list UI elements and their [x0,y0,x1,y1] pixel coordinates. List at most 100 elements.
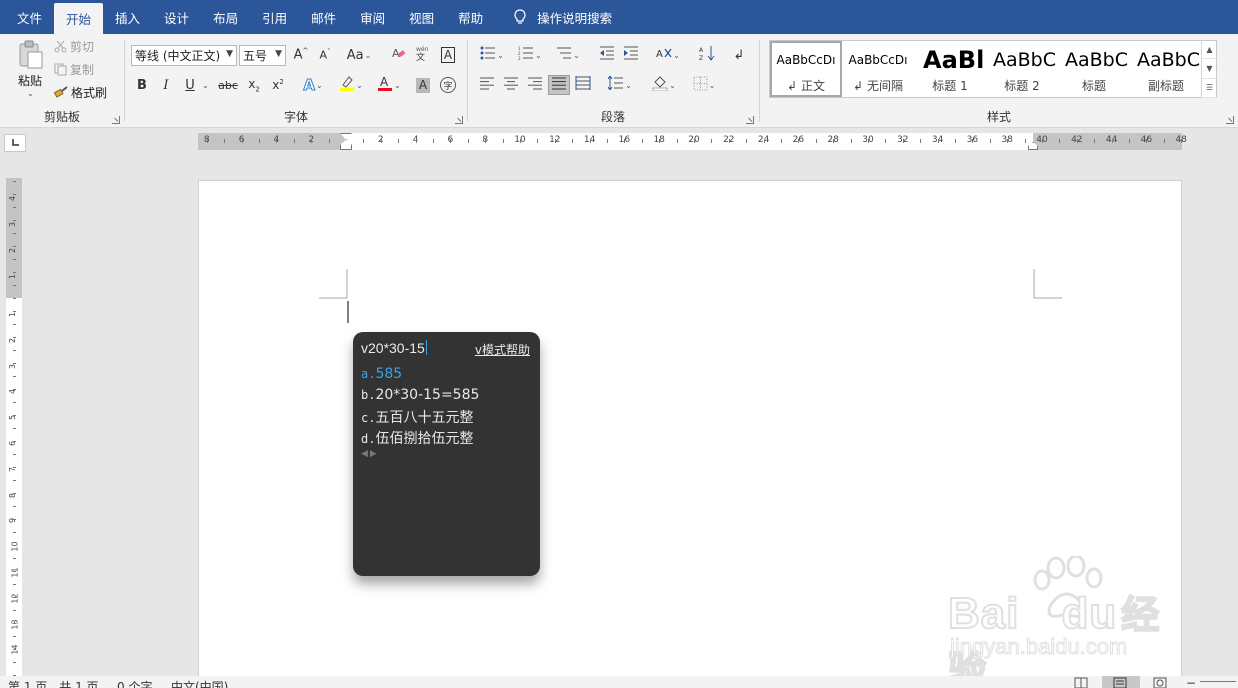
ruler-tick [1059,139,1061,143]
tab-layout[interactable]: 布局 [201,0,250,34]
ruler-tick [13,480,16,481]
show-marks-button[interactable]: ↲ [728,45,750,65]
dialog-launcher-icon[interactable] [455,116,463,124]
multilevel-list-button[interactable]: ⌄ [552,45,584,65]
line-spacing-button[interactable]: ⌄ [604,75,636,95]
tab-view[interactable]: 视图 [397,0,446,34]
candidate-item[interactable]: d.伍佰捌拾伍元整 [361,428,473,448]
enclose-characters-button[interactable]: 字 [437,75,459,95]
horizontal-ruler[interactable]: 8642246810121416182022242628303234363840… [198,133,1187,150]
web-layout-icon[interactable] [1153,677,1167,688]
tab-review[interactable]: 审阅 [348,0,397,34]
ruler-tick [13,233,16,234]
numbering-button[interactable]: 1 2 3 ⌄ [514,45,546,65]
decrease-indent-button[interactable] [596,45,618,65]
phonetic-guide-button[interactable]: wén 文 [412,45,434,65]
dialog-launcher-icon[interactable] [746,116,754,124]
superscript-button[interactable]: x2 [267,75,289,95]
underline-dropdown[interactable]: ⌄ [199,75,211,95]
italic-button[interactable]: I [155,75,177,95]
shading-button[interactable]: ⌄ [648,75,680,95]
change-case-button[interactable]: Aa ⌄ [343,45,375,65]
ruler-tick [13,402,16,403]
prev-page-icon[interactable]: ◀ [361,449,370,459]
paste-button[interactable]: 粘贴 ⌄ [12,40,48,98]
left-tab-icon [11,136,19,150]
distributed-button[interactable] [572,75,594,95]
text-effects-button[interactable]: A ⌄ [297,75,329,95]
vertical-ruler[interactable]: 43211234567891011121314 [6,178,22,688]
tab-references[interactable]: 引用 [250,0,299,34]
borders-button[interactable]: ⌄ [688,75,720,95]
cut-label: 剪切 [70,40,95,54]
ribbon-tab-bar: 文件 开始 插入 设计 布局 引用 邮件 审阅 视图 帮助 操作说明搜索 [0,0,1238,34]
increase-indent-button[interactable] [620,45,642,65]
character-shading-button[interactable]: A [412,75,434,95]
align-left-button[interactable] [476,75,498,95]
bold-icon: B [137,77,147,93]
underline-button[interactable]: U [179,75,201,95]
tab-insert[interactable]: 插入 [103,0,152,34]
font-name-select[interactable]: 等线 (中文正文) ▼ [131,45,237,66]
next-page-icon[interactable]: ▶ [370,449,379,459]
ruler-tick [311,139,313,143]
sort-button[interactable]: AZ [696,45,718,65]
word-count[interactable]: 0 个字 [117,678,152,688]
tab-file[interactable]: 文件 [0,0,54,34]
font-size-select[interactable]: 五号 ▼ [239,45,286,66]
ruler-tick [485,139,487,143]
align-center-button[interactable] [500,75,522,95]
justify-button[interactable] [548,75,570,95]
tab-selector[interactable] [4,134,26,152]
format-painter-button[interactable]: 格式刷 [54,84,107,101]
dialog-launcher-icon[interactable] [112,116,120,124]
grow-font-button[interactable]: A^ [290,45,312,65]
align-right-button[interactable] [524,75,546,95]
ruler-tick [380,139,382,143]
tell-me-search[interactable]: 操作说明搜索 [495,0,612,34]
shrink-font-icon: Aˇ [319,48,331,62]
ruler-tick [467,139,469,143]
zoom-slider[interactable] [1200,681,1236,682]
ruler-left-margin [198,133,346,150]
chevron-down-icon: ⌄ [573,50,580,60]
page-count[interactable]: 第 1 页，共 1 页 [8,678,99,688]
ruler-tick [1111,139,1113,143]
v-mode-help-link[interactable]: v模式帮助 [475,341,530,358]
paste-label: 粘贴 [17,74,42,88]
tab-help[interactable]: 帮助 [446,0,495,34]
ruler-tick [13,298,16,299]
font-color-button[interactable]: A ⌄ [373,75,405,95]
read-mode-icon[interactable] [1074,677,1088,688]
clear-formatting-button[interactable]: A [387,45,409,65]
italic-icon: I [163,77,169,93]
bold-button[interactable]: B [131,75,153,95]
candidate-item[interactable]: b.20*30-15=585 [361,387,479,403]
bullets-button[interactable]: ⌄ [476,45,508,65]
shrink-font-button[interactable]: Aˇ [314,45,336,65]
paintbrush-icon [54,86,68,99]
change-case-label: Aa [346,47,364,63]
ruler-number: 11 [10,567,20,578]
asian-layout-button[interactable]: A ⌄ [652,45,684,65]
paragraph-group: ⌄ 1 2 3 ⌄ ⌄ A ⌄ AZ ↲ ⌄ ⌄ ⌄ 段落 [468,34,758,128]
tab-home[interactable]: 开始 [54,3,104,34]
strikethrough-button[interactable]: abc [217,75,239,95]
tab-mailings[interactable]: 邮件 [299,0,348,34]
candidate-item[interactable]: a.585 [361,366,402,382]
highlight-button[interactable]: ⌄ [335,75,367,95]
subscript-button[interactable]: x2 [243,75,265,95]
copy-button[interactable]: 复制 [54,61,94,78]
ruler-tick [13,623,16,624]
ruler-number: 2 [8,247,18,254]
tell-me-label: 操作说明搜索 [537,10,613,26]
tab-design[interactable]: 设计 [152,0,201,34]
asian-layout-icon: A [656,46,672,64]
cut-button[interactable]: 剪切 [54,38,94,55]
language-status[interactable]: 中文(中国) [171,678,228,688]
ruler-tick [1146,139,1148,143]
dialog-launcher-icon[interactable] [1226,116,1234,124]
character-border-button[interactable]: A [437,45,459,65]
candidate-item[interactable]: c.五百八十五元整 [361,407,473,427]
zoom-out-button[interactable]: − [1186,676,1196,688]
